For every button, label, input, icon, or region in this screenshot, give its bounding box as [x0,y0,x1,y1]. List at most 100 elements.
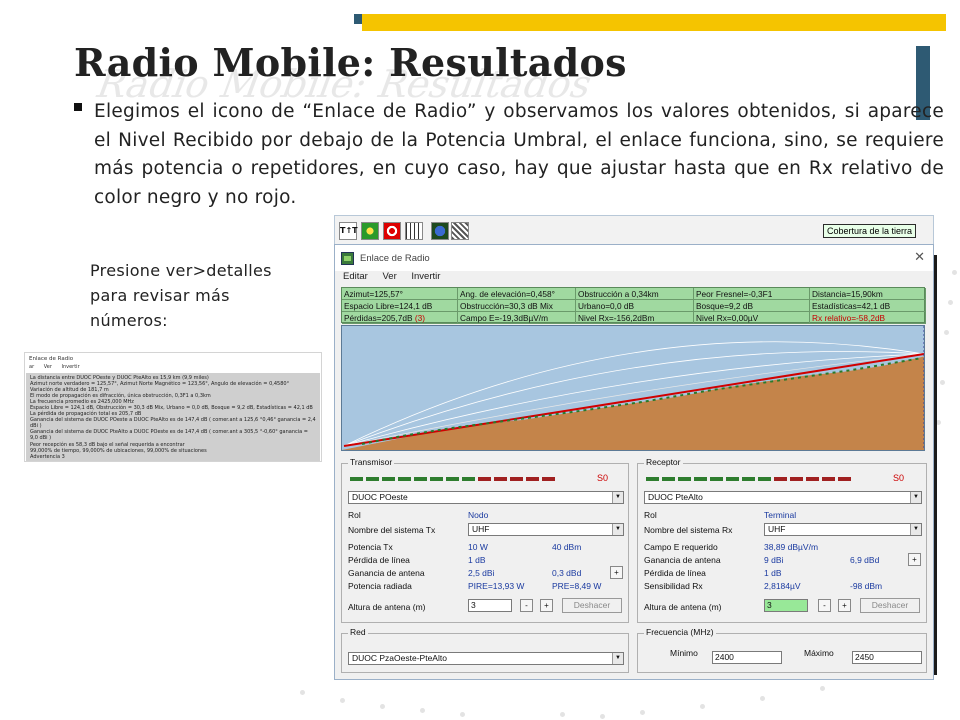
coverage-label[interactable]: Cobertura de la tierra [823,224,917,238]
stat-cell: Rx relativo=-58,2dB [810,312,926,324]
chevron-down-icon[interactable]: ▼ [612,524,623,535]
tx-power-w: 10 W [468,542,488,552]
rx-gain-dbd: 6,9 dBd [850,555,880,565]
decor-dot [760,696,765,701]
details-menu-view[interactable]: Ver [44,364,52,370]
network-select[interactable]: DUOC PzaOeste-PteAlto ▼ [348,652,624,665]
bullet-square-icon [74,103,82,111]
globe-green-icon[interactable] [361,222,379,240]
rx-station-select[interactable]: DUOC PteAlto ▼ [644,491,922,504]
rx-sens-dbm: -98 dBm [850,581,883,591]
window-title: Enlace de Radio [360,252,430,264]
rx-gain-dbi: 9 dBi [764,555,784,565]
decor-dot [640,710,645,715]
rx-height-input[interactable]: 3 [764,599,808,612]
grid-icon[interactable] [405,222,423,240]
details-line: Advertencia 3 [30,453,65,460]
menu-invert[interactable]: Invertir [411,271,440,282]
receiver-title: Receptor [644,457,683,467]
stats-panel: Azimut=125,57° Ang. de elevación=0,458° Ob… [341,287,926,324]
tx-station-select[interactable]: DUOC POeste ▼ [348,491,624,504]
window-titlebar: Enlace de Radio ✕ [335,245,933,271]
rx-rol-value: Terminal [764,510,797,520]
tx-pire: PIRE=13,93 W [468,581,525,591]
rx-loss-label: Pérdida de línea [644,568,706,578]
tx-height-input[interactable]: 3 [468,599,512,612]
tx-station-value: DUOC POeste [352,492,408,502]
menu-edit[interactable]: Editar [343,271,368,282]
tx-loss-value: 1 dB [468,555,486,565]
stat-cell: Bosque=9,2 dB [694,300,810,312]
network-value: DUOC PzaOeste-PteAlto [352,653,447,663]
details-line: Ganancia del sistema de DUOC PteAlto a D… [30,429,308,442]
details-menu-edit[interactable]: ar [29,364,34,370]
freq-min-label: Mínimo [670,648,698,658]
decor-dot [600,714,605,719]
freq-max-input[interactable]: 2450 [852,651,922,664]
frequency-group: Frecuencia (MHz) Mínimo 2400 Máximo 2450 [637,627,927,673]
chevron-down-icon[interactable]: ▼ [612,492,623,503]
tx-system-select[interactable]: UHF ▼ [468,523,624,536]
target-icon[interactable] [383,222,401,240]
receiver-group: Receptor S0 DUOC PteAlto ▼ Rol Terminal N… [637,457,927,623]
stat-cell: Nivel Rx=-156,2dBm [576,312,694,324]
tx-gain-label: Ganancia de antena [348,568,425,578]
decor-dot [948,300,953,305]
tx-rol-value: Nodo [468,510,489,520]
rx-height-plus-button[interactable]: + [838,599,851,612]
chevron-down-icon[interactable]: ▼ [910,524,921,535]
stat-cell: Obstrucción a 0,34km [576,288,694,300]
bullet-text: Elegimos el icono de “Enlace de Radio” y… [94,101,944,208]
window-menu: Editar Ver Invertir [335,271,933,285]
chevron-down-icon[interactable]: ▼ [910,492,921,503]
rx-system-value: UHF [768,524,786,534]
tx-antenna-plus-button[interactable]: + [610,566,623,579]
world-icon[interactable] [431,222,449,240]
stat-cell: Campo E=-19,3dBµV/m [458,312,576,324]
tx-radiated-label: Potencia radiada [348,581,412,591]
radio-link-window: Enlace de Radio ✕ Editar Ver Invertir Az… [334,244,934,680]
menu-view[interactable]: Ver [382,271,396,282]
freq-max-label: Máximo [804,648,834,658]
chevron-down-icon[interactable]: ▼ [612,653,623,664]
tx-undo-button[interactable]: Deshacer [562,598,622,613]
transmitter-title: Transmisor [348,457,395,467]
rx-height-minus-button[interactable]: - [818,599,831,612]
slide-title: Radio Mobile: Resultados [74,40,627,85]
details-window: Enlace de Radio ar Ver Invertir La dista… [24,352,322,462]
rx-station-value: DUOC PteAlto [648,492,703,502]
rx-rol-label: Rol [644,510,657,520]
tx-loss-label: Pérdida de línea [348,555,410,565]
freq-min-input[interactable]: 2400 [712,651,782,664]
terrain-profile-svg [342,326,924,450]
close-icon[interactable]: ✕ [914,249,925,265]
details-menu: ar Ver Invertir [25,363,321,373]
rx-meter-value: S0 [893,473,905,483]
app-icon [341,251,354,265]
tx-height-plus-button[interactable]: + [540,599,553,612]
rx-undo-button[interactable]: Deshacer [860,598,920,613]
rx-antenna-plus-button[interactable]: + [908,553,921,566]
profile-plot [341,325,925,451]
tt-icon[interactable]: T↑T [339,222,358,240]
decor-dot [560,712,565,717]
tx-signal-meter [350,476,555,482]
rx-signal-meter [646,476,851,482]
tx-height-minus-button[interactable]: - [520,599,533,612]
tx-power-dbm: 40 dBm [552,542,582,552]
network-title: Red [348,627,368,637]
stat-cell: Peor Fresnel=-0,3F1 [694,288,810,300]
decor-dot [460,712,465,717]
bullet-item: Elegimos el icono de “Enlace de Radio” y… [74,98,944,212]
stat-cell: Ang. de elevación=0,458° [458,288,576,300]
details-menu-invert[interactable]: Invertir [61,364,79,370]
stat-cell: Azimut=125,57° [342,288,458,300]
rx-field-value: 38,89 dBµV/m [764,542,819,552]
rx-height-label: Altura de antena (m) [644,602,722,612]
radio-mobile-toolbar: T↑T Cobertura de la tierra [334,215,934,245]
decor-dot [952,270,957,275]
tx-gain-dbd: 0,3 dBd [552,568,582,578]
rx-system-select[interactable]: UHF ▼ [764,523,922,536]
rx-loss-value: 1 dB [764,568,782,578]
pattern-icon[interactable] [451,222,469,240]
